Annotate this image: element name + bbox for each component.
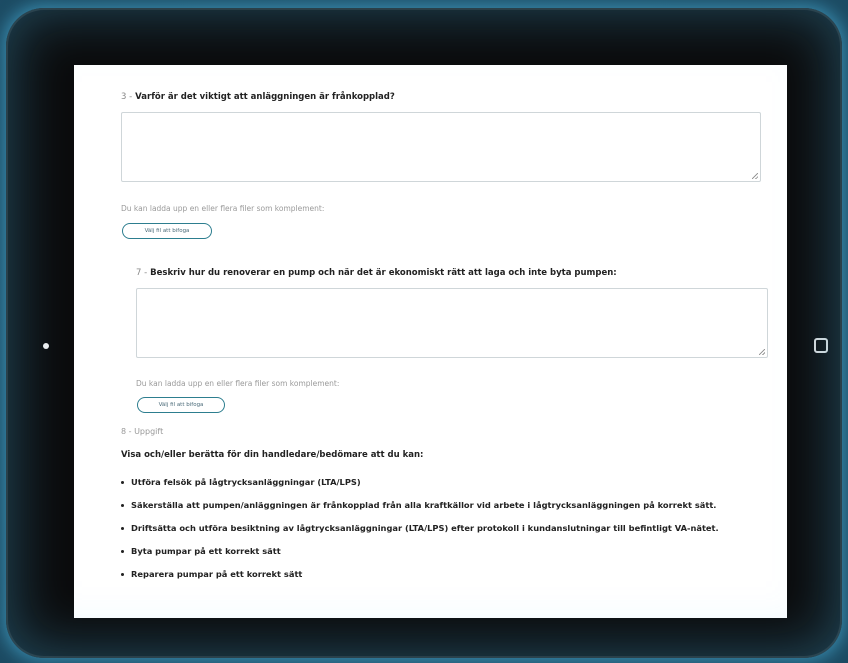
question-7-text: Beskriv hur du renoverar en pump och när… (150, 268, 617, 278)
resize-handle-icon[interactable] (752, 173, 758, 179)
question-3-answer-textarea[interactable] (121, 112, 761, 182)
question-7-attach-file-button[interactable]: Välj fil att bifoga (137, 397, 225, 413)
list-item: Utföra felsök på lågtrycksanläggningar (… (121, 477, 719, 500)
question-3-attach-file-button[interactable]: Välj fil att bifoga (122, 223, 212, 239)
list-item: Reparera pumpar på ett korrekt sätt (121, 569, 719, 592)
task-8-list: Utföra felsök på lågtrycksanläggningar (… (121, 477, 719, 592)
list-item: Driftsätta och utföra besiktning av lågt… (121, 523, 719, 546)
question-3-text: Varför är det viktigt att anläggningen ä… (135, 92, 395, 102)
question-7-upload-hint: Du kan ladda upp en eller flera filer so… (136, 379, 340, 388)
resize-handle-icon[interactable] (759, 349, 765, 355)
task-8-intro: Visa och/eller berätta för din handledar… (121, 450, 424, 460)
camera-icon (43, 343, 49, 349)
task-8-label: Uppgift (134, 427, 164, 436)
question-7-title: 7 - Beskriv hur du renoverar en pump och… (136, 268, 617, 278)
list-item: Säkerställa att pumpen/anläggningen är f… (121, 500, 719, 523)
question-3-title: 3 - Varför är det viktigt att anläggning… (121, 92, 395, 102)
question-7-number: 7 - (136, 268, 148, 278)
question-3-number: 3 - (121, 92, 133, 102)
question-3-upload-hint: Du kan ladda upp en eller flera filer so… (121, 204, 325, 213)
list-item: Byta pumpar på ett korrekt sätt (121, 546, 719, 569)
task-8-header: 8 - Uppgift (121, 427, 163, 436)
tablet-frame: 3 - Varför är det viktigt att anläggning… (6, 8, 842, 658)
form-screen: 3 - Varför är det viktigt att anläggning… (74, 65, 787, 618)
home-button-icon[interactable] (814, 338, 828, 353)
question-7-answer-textarea[interactable] (136, 288, 768, 358)
task-8-number: 8 - (121, 427, 132, 436)
